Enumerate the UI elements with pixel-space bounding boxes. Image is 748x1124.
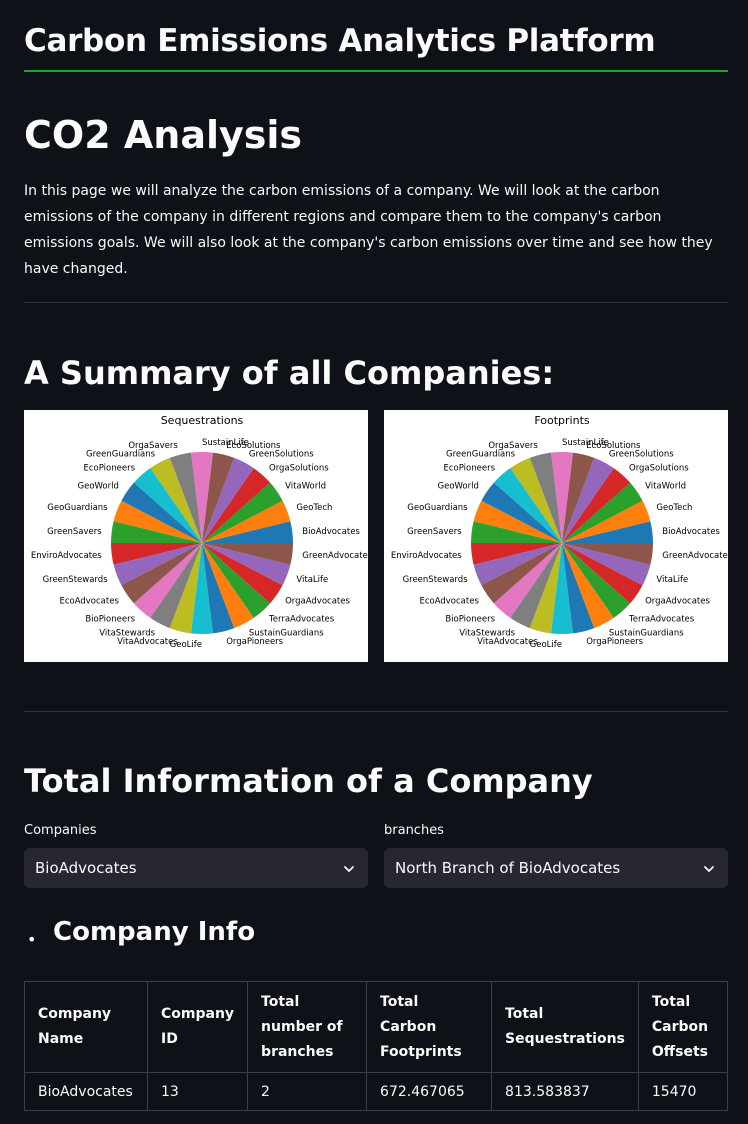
pie-label: SustainLife (202, 438, 249, 448)
pie-label: OrgaAdvocates (285, 596, 350, 606)
column-header: Company Name (24, 981, 148, 1073)
pie-label: OrgaAdvocates (645, 596, 710, 606)
table-header-row: Company Name Company ID Total number of … (24, 981, 729, 1073)
company-info-table: Company Name Company ID Total number of … (24, 981, 729, 1111)
page-title: CO2 Analysis (24, 113, 303, 157)
table-row: BioAdvocates 13 2 672.467065 813.583837 … (24, 1072, 729, 1111)
section-divider (24, 302, 728, 303)
companies-label: Companies (24, 823, 97, 838)
pie-label: BioAdvocates (302, 527, 360, 537)
branches-select-value: North Branch of BioAdvocates (395, 859, 621, 877)
table-cell: 813.583837 (491, 1072, 639, 1111)
pie-label: GreenSolutions (249, 450, 314, 460)
pie-label: TerraAdvocates (628, 615, 695, 625)
title-underline (24, 70, 728, 72)
section-divider (24, 711, 728, 712)
chevron-down-icon (702, 861, 716, 880)
table-cell: 2 (247, 1072, 368, 1111)
pie-label: OrgaPioneers (586, 637, 643, 647)
pie-label: GreenGuardians (446, 450, 516, 460)
pie-label: GeoLife (530, 640, 562, 650)
table-cell: BioAdvocates (24, 1072, 148, 1111)
pie-label: GreenSavers (407, 527, 462, 537)
column-header: Company ID (146, 981, 249, 1073)
pie-label: EcoPioneers (443, 463, 495, 473)
pie-label: GeoWorld (78, 482, 119, 492)
table-cell: 15470 (637, 1072, 729, 1111)
column-header: Total Carbon Footprints (366, 981, 493, 1073)
pie-label: GeoTech (656, 503, 692, 513)
pie-label: GreenGuardians (86, 450, 156, 460)
pie-label: GreenStewards (403, 575, 469, 585)
intro-paragraph: In this page we will analyze the carbon … (24, 183, 713, 277)
table-cell: 672.467065 (366, 1072, 493, 1111)
pie-label: VitaLife (656, 575, 688, 585)
pie-label: BioAdvocates (662, 527, 720, 537)
pie-label: OrgaSolutions (629, 463, 689, 473)
summary-heading: A Summary of all Companies: (24, 354, 555, 392)
pie-label: GreenSavers (47, 527, 102, 537)
column-header: Total number of branches (247, 981, 368, 1073)
pie-label: TerraAdvocates (268, 615, 335, 625)
bullet-icon: • (27, 930, 37, 949)
pie-label: GeoLife (170, 640, 202, 650)
companies-select[interactable]: BioAdvocates (24, 848, 368, 888)
pie-label: EcoAdvocates (59, 596, 119, 606)
column-header: Total Sequestrations (491, 981, 639, 1073)
table-cell: 13 (146, 1072, 249, 1111)
chart-title: Sequestrations (161, 414, 244, 427)
branches-select[interactable]: North Branch of BioAdvocates (384, 848, 728, 888)
pie-label: VitaLife (296, 575, 328, 585)
pie-label: SustainGuardians (249, 628, 324, 638)
pie-label: OrgaSolutions (269, 463, 329, 473)
chevron-down-icon (342, 861, 356, 880)
pie-label: GeoGuardians (47, 503, 108, 513)
pie-label: SustainGuardians (609, 628, 684, 638)
chart-title: Footprints (534, 414, 590, 427)
column-header: Total Carbon Offsets (637, 981, 729, 1073)
pie-label: EnviroAdvocates (391, 551, 462, 561)
sequestrations-pie-svg: Sequestrations BioAdvocates GeoTech VitaWor… (31, 414, 368, 650)
pie-label: EcoPioneers (83, 463, 135, 473)
pie-label: OrgaPioneers (226, 637, 283, 647)
pie-label: VitaWorld (285, 482, 326, 492)
pie-label: GeoWorld (438, 482, 479, 492)
pie-label: GeoTech (296, 503, 332, 513)
company-info-heading: Company Info (53, 917, 256, 947)
pie-label: SustainLife (562, 438, 609, 448)
sequestrations-pie-chart: Sequestrations BioAdvocates GeoTech VitaWor… (24, 410, 368, 662)
pie-label: BioPioneers (445, 615, 495, 625)
pie-label: VitaWorld (645, 482, 686, 492)
pie-label: GreenAdvocates (302, 551, 368, 561)
companies-select-value: BioAdvocates (35, 859, 137, 877)
pie-label: EcoAdvocates (419, 596, 479, 606)
app-title: Carbon Emissions Analytics Platform (24, 23, 656, 59)
pie-label: GreenSolutions (609, 450, 674, 460)
footprints-pie-chart: Footprints BioAdvocates GeoTech VitaWorld Or… (384, 410, 728, 662)
pie-label: EnviroAdvocates (31, 551, 102, 561)
branches-label: branches (384, 823, 444, 838)
total-info-heading: Total Information of a Company (24, 762, 593, 800)
pie-label: GeoGuardians (407, 503, 468, 513)
pie-label: GreenAdvocates (662, 551, 728, 561)
footprints-pie-svg: Footprints BioAdvocates GeoTech VitaWorld Or… (391, 414, 728, 650)
pie-label: BioPioneers (85, 615, 135, 625)
pie-label: GreenStewards (43, 575, 109, 585)
